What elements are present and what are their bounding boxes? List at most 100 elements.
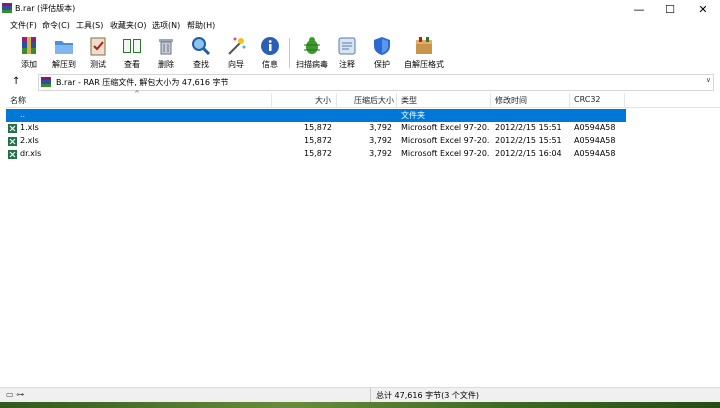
column-header-row: 名称 ^ 大小 压缩后大小 类型 修改时间 CRC32 bbox=[6, 90, 720, 108]
file-name: 2.xls bbox=[20, 136, 39, 145]
file-size: 15,872 bbox=[304, 149, 332, 158]
menu-file[interactable]: 文件(F) bbox=[10, 20, 37, 31]
toolbar-separator bbox=[289, 38, 290, 68]
extract-folder-icon bbox=[55, 41, 73, 54]
file-packed-size: 3,792 bbox=[369, 136, 392, 145]
protect-label: 保护 bbox=[374, 60, 390, 69]
sfx-box-icon bbox=[416, 37, 432, 54]
file-crc32: A0594A58 bbox=[574, 136, 616, 145]
column-separator bbox=[336, 93, 337, 107]
file-name: .. bbox=[20, 110, 26, 119]
view-button[interactable]: 查看 bbox=[114, 35, 150, 71]
file-packed-size: 3,792 bbox=[369, 149, 392, 158]
toolbar: 添加 解压到 测试 查看 删除 查找 向导 信息 扫描病毒 注释 保护 自解压格… bbox=[0, 32, 720, 72]
find-label: 查找 bbox=[193, 60, 209, 69]
column-type[interactable]: 类型 bbox=[401, 95, 417, 106]
file-modified: 2012/2/15 15:51 bbox=[495, 136, 562, 145]
file-crc32: A0594A58 bbox=[574, 123, 616, 132]
sfx-label: 自解压格式 bbox=[404, 60, 444, 69]
file-name: 1.xls bbox=[20, 123, 39, 132]
virus-scan-button[interactable]: 扫描病毒 bbox=[294, 35, 330, 71]
excel-file-icon bbox=[8, 137, 17, 146]
maximize-button[interactable]: ☐ bbox=[655, 0, 685, 19]
menu-help[interactable]: 帮助(H) bbox=[187, 20, 215, 31]
comment-icon bbox=[338, 37, 356, 55]
trash-icon bbox=[159, 39, 173, 55]
up-one-level-button[interactable]: ↑ bbox=[12, 76, 20, 87]
list-item-parent-folder[interactable]: .. 文件夹 bbox=[6, 109, 626, 122]
minimize-button[interactable]: — bbox=[624, 0, 654, 19]
list-item[interactable]: 2.xls 15,872 3,792 Microsoft Excel 97-20… bbox=[6, 135, 626, 148]
file-type: Microsoft Excel 97-20... bbox=[401, 123, 489, 132]
window-title: B.rar (评估版本) bbox=[15, 4, 76, 13]
test-label: 测试 bbox=[90, 60, 106, 69]
rar-archive-icon bbox=[41, 77, 51, 87]
status-total: 总计 47,616 字节(3 个文件) bbox=[376, 391, 479, 400]
wizard-label: 向导 bbox=[228, 60, 244, 69]
comment-button[interactable]: 注释 bbox=[329, 35, 365, 71]
column-crc32[interactable]: CRC32 bbox=[574, 95, 601, 104]
file-name: dr.xls bbox=[20, 149, 42, 158]
delete-label: 删除 bbox=[158, 60, 174, 69]
column-separator bbox=[624, 93, 625, 107]
chevron-down-icon[interactable]: ∨ bbox=[706, 76, 711, 84]
test-button[interactable]: 测试 bbox=[80, 35, 116, 71]
info-label: 信息 bbox=[262, 60, 278, 69]
address-text: B.rar - RAR 压缩文件, 解包大小为 47,616 字节 bbox=[56, 78, 229, 87]
menu-commands[interactable]: 命令(C) bbox=[42, 20, 70, 31]
file-size: 15,872 bbox=[304, 136, 332, 145]
file-type: 文件夹 bbox=[401, 111, 425, 120]
close-button[interactable]: ✕ bbox=[688, 0, 718, 19]
list-item[interactable]: dr.xls 15,872 3,792 Microsoft Excel 97-2… bbox=[6, 148, 626, 161]
wizard-button[interactable]: 向导 bbox=[218, 35, 254, 71]
view-book-icon bbox=[123, 39, 141, 53]
desktop-background bbox=[0, 402, 720, 408]
status-bar: ▭ ⊶ 总计 47,616 字节(3 个文件) bbox=[0, 387, 720, 403]
file-type: Microsoft Excel 97-20... bbox=[401, 136, 489, 145]
menu-tools[interactable]: 工具(S) bbox=[76, 20, 103, 31]
column-separator bbox=[569, 93, 570, 107]
address-bar: ↑ B.rar - RAR 压缩文件, 解包大小为 47,616 字节 ∨ bbox=[0, 74, 720, 91]
column-modified[interactable]: 修改时间 bbox=[495, 95, 527, 106]
add-label: 添加 bbox=[21, 60, 37, 69]
file-modified: 2012/2/15 15:51 bbox=[495, 123, 562, 132]
test-clipboard-icon bbox=[90, 37, 106, 56]
file-list[interactable]: 名称 ^ 大小 压缩后大小 类型 修改时间 CRC32 .. 文件夹 1.xls bbox=[6, 90, 720, 386]
comment-label: 注释 bbox=[339, 60, 355, 69]
protect-button[interactable]: 保护 bbox=[364, 35, 400, 71]
extract-to-button[interactable]: 解压到 bbox=[46, 35, 82, 71]
shield-icon bbox=[374, 37, 390, 55]
menu-bar: 文件(F) 命令(C) 工具(S) 收藏夹(O) 选项(N) 帮助(H) bbox=[0, 18, 720, 32]
list-item[interactable]: 1.xls 15,872 3,792 Microsoft Excel 97-20… bbox=[6, 122, 626, 135]
winrar-app-icon bbox=[2, 3, 12, 13]
info-button[interactable]: 信息 bbox=[252, 35, 288, 71]
extract-to-label: 解压到 bbox=[52, 60, 76, 69]
address-field[interactable]: B.rar - RAR 压缩文件, 解包大小为 47,616 字节 ∨ bbox=[38, 74, 714, 91]
add-button[interactable]: 添加 bbox=[11, 35, 47, 71]
column-separator bbox=[396, 93, 397, 107]
info-icon bbox=[261, 37, 279, 55]
status-drive-key-icons[interactable]: ▭ ⊶ bbox=[6, 390, 24, 399]
column-size[interactable]: 大小 bbox=[315, 95, 331, 106]
file-modified: 2012/2/15 16:04 bbox=[495, 149, 562, 158]
menu-options[interactable]: 选项(N) bbox=[152, 20, 180, 31]
excel-file-icon bbox=[8, 124, 17, 133]
virus-scan-label: 扫描病毒 bbox=[296, 60, 328, 69]
wizard-wand-icon bbox=[228, 37, 246, 55]
file-crc32: A0594A58 bbox=[574, 149, 616, 158]
find-button[interactable]: 查找 bbox=[183, 35, 219, 71]
menu-favorites[interactable]: 收藏夹(O) bbox=[110, 20, 147, 31]
file-size: 15,872 bbox=[304, 123, 332, 132]
delete-button[interactable]: 删除 bbox=[148, 35, 184, 71]
sfx-button[interactable]: 自解压格式 bbox=[401, 35, 447, 71]
column-separator bbox=[490, 93, 491, 107]
magnifier-icon bbox=[192, 37, 211, 56]
winrar-window: B.rar (评估版本) — ☐ ✕ 文件(F) 命令(C) 工具(S) 收藏夹… bbox=[0, 0, 720, 408]
title-bar[interactable]: B.rar (评估版本) — ☐ ✕ bbox=[0, 0, 720, 19]
virus-scan-icon bbox=[304, 37, 320, 54]
column-packed-size[interactable]: 压缩后大小 bbox=[354, 95, 394, 106]
column-name[interactable]: 名称 bbox=[10, 95, 26, 106]
file-type: Microsoft Excel 97-20... bbox=[401, 149, 489, 158]
status-separator bbox=[370, 388, 371, 403]
excel-file-icon bbox=[8, 150, 17, 159]
